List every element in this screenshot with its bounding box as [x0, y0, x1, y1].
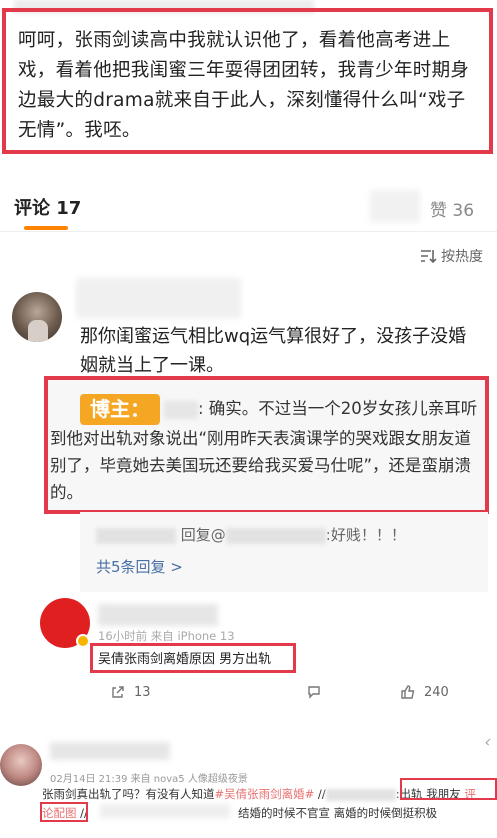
share-count: 13 [134, 684, 151, 700]
action-row: 13 240 [110, 684, 470, 706]
avatar[interactable] [12, 292, 62, 342]
hashtag-link[interactable]: #吴倩张雨剑离婚# [215, 787, 315, 801]
post-highlight-box: 呵呵，张雨剑读高中我就认识他了，看着他高考进上戏，看着他把我闺蜜三年耍得团团转，… [2, 8, 493, 154]
verified-badge-icon [76, 634, 90, 648]
reply-text-block: 博主：: 确实。不过当一个20岁女孩儿亲耳听到他对出轨对象说出“刚用昨天表演课学… [50, 394, 480, 506]
redacted-username [325, 788, 396, 801]
share-icon [112, 686, 124, 698]
sort-label: 按热度 [441, 249, 483, 265]
redacted-username [164, 400, 198, 419]
tab-comments[interactable]: 评论 17 [14, 194, 81, 220]
reply-prefix: 回复@ [180, 526, 226, 544]
author-badge: 博主： [80, 394, 160, 425]
sort-control[interactable]: 按热度 [419, 246, 483, 266]
redacted-username [100, 804, 230, 818]
thumbs-up-icon [401, 685, 415, 699]
tab-active-indicator [24, 226, 68, 230]
comment-meta: 02月14日 21:39 来自 nova5 人像超级夜景 [50, 774, 248, 785]
comment-text: 张雨剑真出轨了吗？有没有人知道 [42, 787, 215, 801]
avatar[interactable] [0, 744, 42, 786]
like-button[interactable]: 240 [400, 684, 449, 700]
comment-icon [308, 686, 320, 699]
reply-suffix: :好贱！！！ [325, 526, 406, 544]
redacted-username [76, 278, 241, 318]
comment-tabbar: 评论 17 赞 36 [0, 186, 497, 232]
redacted-username [96, 527, 176, 544]
reply-preview[interactable]: 回复@ :好贱！！！ [96, 524, 406, 545]
comment-meta: 16小时前 来自 iPhone 13 [98, 629, 235, 643]
sort-icon [421, 250, 437, 264]
comment-text: 吴倩张雨剑离婚原因 男方出轨 [98, 652, 272, 667]
redacted-username [50, 742, 170, 760]
comment-button[interactable] [306, 684, 322, 700]
content-highlight-box [400, 778, 497, 800]
post-text: 呵呵，张雨剑读高中我就认识他了，看着他高考进上戏，看着他把我闺蜜三年耍得团团转，… [18, 30, 470, 141]
redacted-username [98, 604, 218, 626]
chevron-icon [485, 738, 493, 746]
share-button[interactable]: 13 [110, 684, 151, 700]
more-replies-link[interactable]: 共5条回复 > [96, 556, 183, 577]
redacted-username [225, 527, 326, 544]
tab-likes[interactable]: 赞 36 [430, 196, 474, 221]
like-count: 240 [424, 684, 449, 700]
repost-separator: // [314, 787, 326, 801]
redacted-tab [370, 190, 420, 222]
comment-text: 结婚的时候不官宣 离婚的时候倒挺积极 [238, 806, 438, 820]
content-highlight-box [40, 802, 88, 822]
comment-text: 那你闺蜜运气相比wq运气算很好了，没孩子没婚姻就当上了一课。 [80, 326, 467, 376]
